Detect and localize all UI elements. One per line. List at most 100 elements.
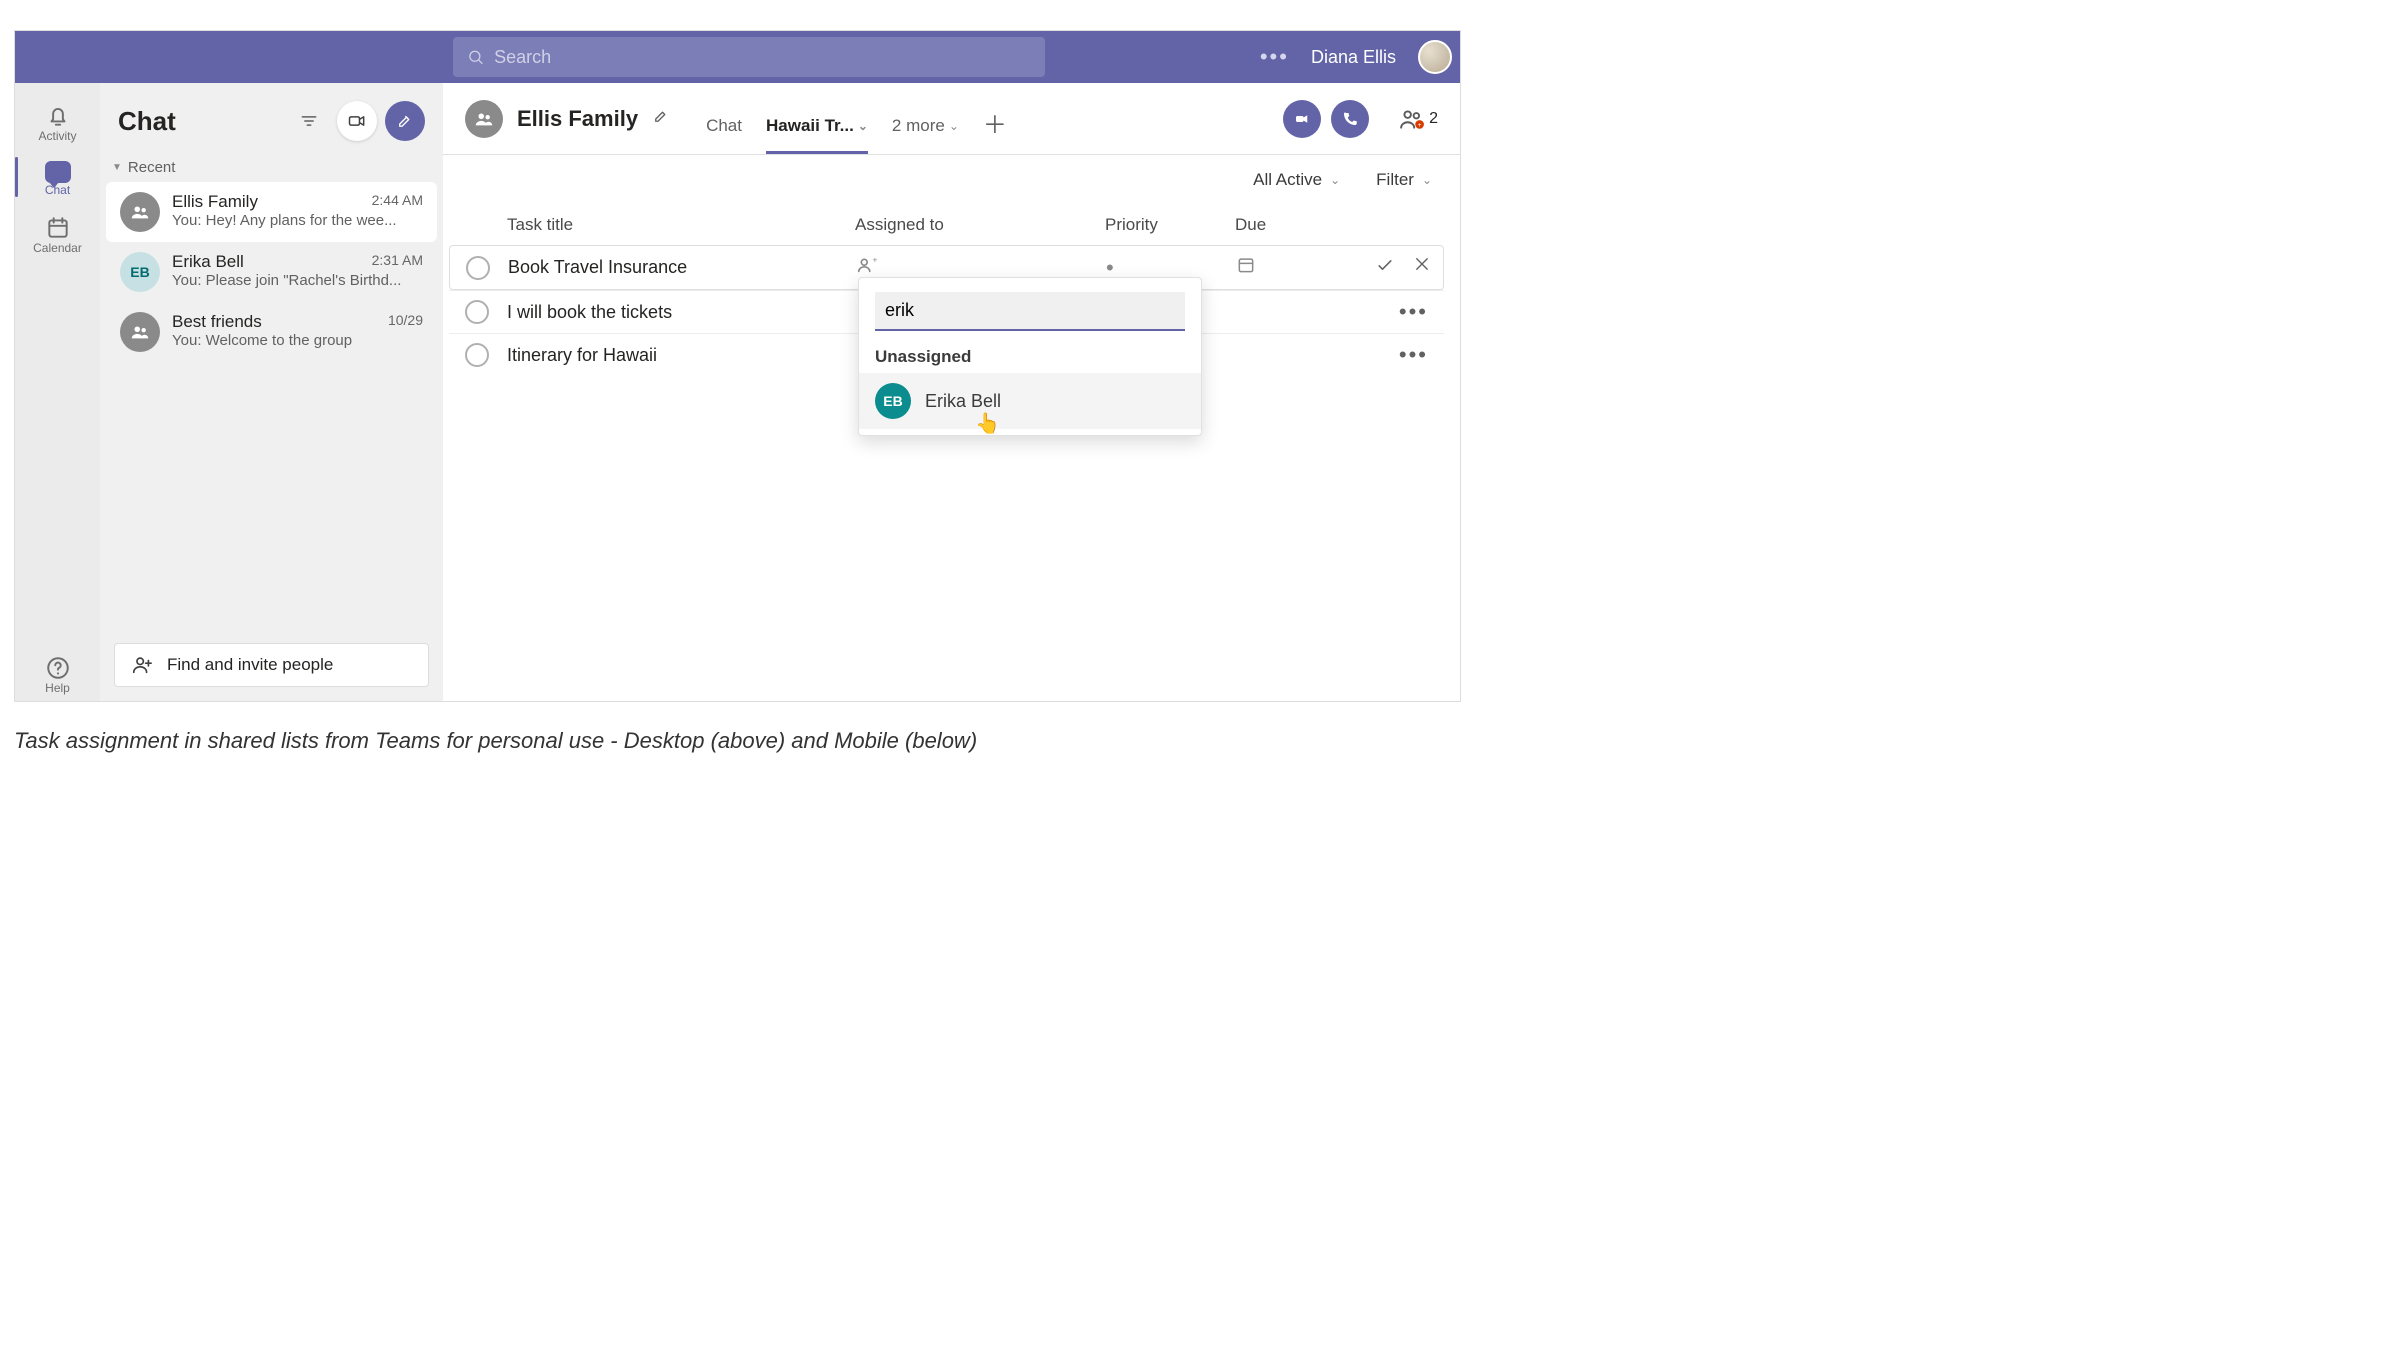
- due-cell[interactable]: [1236, 255, 1375, 280]
- app-window: ••• Diana Ellis Activity Chat Calendar H…: [14, 30, 1461, 702]
- assignee-search-input[interactable]: [875, 292, 1185, 331]
- group-avatar-icon: [120, 192, 160, 232]
- view-dropdown[interactable]: All Active⌄: [1253, 170, 1340, 190]
- chat-item-preview: You: Welcome to the group: [172, 332, 423, 349]
- task-filter-bar: All Active⌄ Filter ⌄: [443, 155, 1460, 205]
- chat-item-name: Erika Bell: [172, 252, 244, 272]
- chat-item-preview: You: Please join "Rachel's Birthd...: [172, 272, 423, 289]
- sidebar-section-recent[interactable]: ▼ Recent: [100, 149, 443, 182]
- rail-chat[interactable]: Chat: [15, 151, 100, 203]
- new-chat-button[interactable]: [385, 101, 425, 141]
- participants-button[interactable]: + 2: [1399, 106, 1438, 132]
- app-rail: Activity Chat Calendar Help: [15, 83, 100, 701]
- chat-item-time: 10/29: [388, 312, 423, 332]
- column-header-title[interactable]: Task title: [507, 215, 855, 235]
- rail-help-label: Help: [45, 681, 70, 695]
- svg-text:+: +: [1418, 122, 1422, 129]
- cursor-icon: 👆: [975, 411, 1000, 436]
- sidebar-title: Chat: [118, 106, 281, 137]
- task-title[interactable]: Book Travel Insurance: [508, 257, 856, 278]
- invite-people-label: Find and invite people: [167, 655, 333, 675]
- task-title[interactable]: I will book the tickets: [507, 302, 855, 323]
- add-tab-button[interactable]: ＋: [983, 105, 1007, 154]
- column-header-priority[interactable]: Priority: [1105, 215, 1235, 235]
- rail-help[interactable]: Help: [15, 645, 100, 701]
- svg-text:+: +: [873, 255, 878, 264]
- task-checkbox[interactable]: [466, 256, 490, 280]
- group-avatar-icon: [120, 312, 160, 352]
- chevron-down-icon: ▼: [112, 162, 122, 173]
- rail-activity[interactable]: Activity: [15, 93, 100, 149]
- assignee-option[interactable]: EB Erika Bell 👆: [859, 373, 1201, 429]
- chevron-down-icon: ⌄: [949, 119, 959, 133]
- settings-more-icon[interactable]: •••: [1260, 44, 1289, 70]
- meet-now-button[interactable]: [337, 101, 377, 141]
- chat-item-name: Ellis Family: [172, 192, 258, 212]
- column-header-assigned[interactable]: Assigned to: [855, 215, 1105, 235]
- chat-list-item[interactable]: Best friends 10/29 You: Welcome to the gr…: [106, 302, 437, 362]
- chat-main: Ellis Family Chat Hawaii Tr...⌄ 2 more⌄ …: [443, 83, 1460, 701]
- figure-caption: Task assignment in shared lists from Tea…: [14, 728, 2407, 754]
- current-user-avatar[interactable]: [1418, 40, 1452, 74]
- rail-calendar[interactable]: Calendar: [15, 205, 100, 261]
- bell-icon: [45, 103, 71, 129]
- search-input[interactable]: [494, 47, 1031, 68]
- calendar-icon: [45, 215, 71, 241]
- task-checkbox[interactable]: [465, 343, 489, 367]
- chat-icon: [45, 161, 71, 183]
- chat-sidebar: Chat ▼ Recent Ellis Family 2:44 AM You: H…: [100, 83, 443, 701]
- cancel-task-button[interactable]: [1413, 255, 1431, 280]
- people-add-icon: +: [1399, 106, 1425, 132]
- filter-dropdown-label: Filter: [1376, 170, 1414, 190]
- search-icon: [467, 48, 484, 66]
- check-icon: [1375, 255, 1395, 275]
- task-checkbox[interactable]: [465, 300, 489, 324]
- column-header-due[interactable]: Due: [1235, 215, 1424, 235]
- filter-icon: [299, 111, 319, 131]
- tab-label: 2 more: [892, 116, 945, 136]
- tab-label: Hawaii Tr...: [766, 116, 854, 136]
- assignee-name: Erika Bell: [925, 391, 1001, 412]
- tab-more[interactable]: 2 more ⌄: [892, 116, 959, 154]
- invite-people-button[interactable]: Find and invite people: [114, 643, 429, 687]
- edit-name-button[interactable]: [652, 107, 670, 130]
- tab-hawaii-trip[interactable]: Hawaii Tr...⌄: [766, 116, 868, 154]
- filter-dropdown[interactable]: Filter ⌄: [1376, 170, 1432, 190]
- rail-activity-label: Activity: [38, 129, 76, 143]
- tab-chat[interactable]: Chat: [706, 116, 742, 154]
- assignee-group-label: Unassigned: [859, 339, 1201, 373]
- task-more-button[interactable]: •••: [1399, 342, 1438, 368]
- current-user-name: Diana Ellis: [1311, 47, 1396, 68]
- chat-header-avatar: [465, 100, 503, 138]
- audio-call-button[interactable]: [1331, 100, 1369, 138]
- chat-item-time: 2:44 AM: [372, 192, 423, 212]
- chat-item-name: Best friends: [172, 312, 262, 332]
- sidebar-section-label: Recent: [128, 159, 176, 176]
- chat-list-item[interactable]: Ellis Family 2:44 AM You: Hey! Any plans …: [106, 182, 437, 242]
- close-icon: [1413, 255, 1431, 273]
- task-more-button[interactable]: •••: [1399, 299, 1438, 325]
- video-icon: [347, 111, 367, 131]
- participants-count: 2: [1429, 110, 1438, 128]
- person-add-icon: +: [856, 254, 878, 276]
- chevron-down-icon: ⌄: [1330, 173, 1340, 187]
- help-icon: [45, 655, 71, 681]
- person-avatar: EB: [120, 252, 160, 292]
- search-box[interactable]: [453, 37, 1045, 77]
- person-add-icon: [131, 654, 153, 676]
- chat-header-title: Ellis Family: [517, 106, 638, 132]
- table-header-row: Task title Assigned to Priority Due: [449, 205, 1444, 245]
- chat-list-item[interactable]: EB Erika Bell 2:31 AM You: Please join "R…: [106, 242, 437, 302]
- chat-item-time: 2:31 AM: [372, 252, 423, 272]
- calendar-icon: [1236, 255, 1256, 275]
- filter-button[interactable]: [289, 101, 329, 141]
- pencil-icon: [652, 107, 670, 125]
- task-title[interactable]: Itinerary for Hawaii: [507, 345, 855, 366]
- confirm-task-button[interactable]: [1375, 255, 1395, 280]
- chevron-down-icon: ⌄: [1422, 173, 1432, 187]
- chat-item-preview: You: Hey! Any plans for the wee...: [172, 212, 423, 229]
- video-call-button[interactable]: [1283, 100, 1321, 138]
- video-icon: [1293, 110, 1311, 128]
- priority-cell[interactable]: •: [1106, 257, 1236, 279]
- person-avatar: EB: [875, 383, 911, 419]
